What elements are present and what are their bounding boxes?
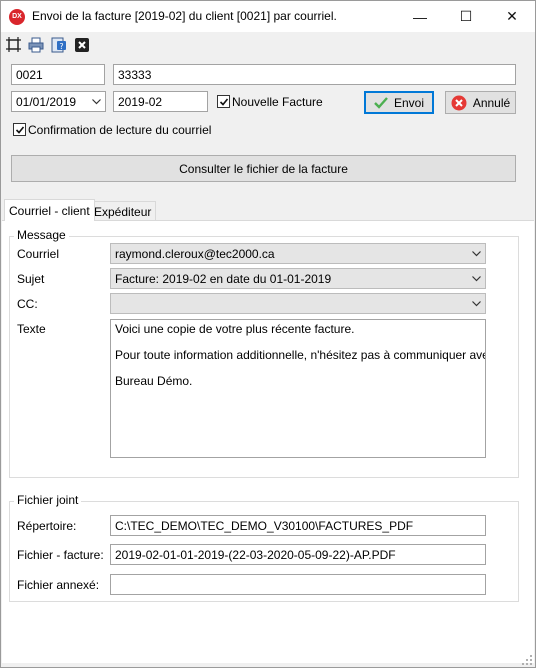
- read-confirm-checkbox[interactable]: [13, 123, 26, 136]
- invoice-file-input[interactable]: [110, 544, 486, 565]
- check-icon: [374, 96, 388, 109]
- directory-input[interactable]: [110, 515, 486, 536]
- cancel-button-label: Annulé: [472, 95, 511, 110]
- message-line: Voici une copie de votre plus récente fa…: [115, 322, 355, 336]
- help-button[interactable]: ?: [50, 36, 67, 53]
- email-value: raymond.cleroux@tec2000.ca: [115, 246, 275, 261]
- print-button[interactable]: [27, 36, 44, 53]
- attachment-group-title: Fichier joint: [14, 493, 82, 507]
- svg-text:?: ?: [59, 42, 63, 51]
- send-button[interactable]: Envoi: [364, 91, 434, 114]
- maximize-button[interactable]: ☐: [443, 1, 489, 32]
- tab-label: Expéditeur: [94, 204, 152, 219]
- message-line: Bureau Démo.: [115, 374, 193, 388]
- cancel-button[interactable]: Annulé: [445, 91, 516, 114]
- email-combo[interactable]: raymond.cleroux@tec2000.ca: [110, 243, 486, 264]
- invoice-file-label: Fichier - facture:: [17, 548, 104, 562]
- window-title: Envoi de la facture [2019-02] du client …: [32, 9, 337, 23]
- tab-courriel-client[interactable]: Courriel - client: [4, 199, 95, 221]
- client-name-input[interactable]: [113, 64, 516, 85]
- date-value: 01/01/2019: [16, 94, 77, 109]
- resize-grip-icon[interactable]: [522, 654, 532, 665]
- new-invoice-checkbox[interactable]: [217, 95, 230, 108]
- minimize-icon: —: [413, 8, 427, 25]
- client-code-input[interactable]: [11, 64, 105, 85]
- message-textarea[interactable]: Voici une copie de votre plus récente fa…: [110, 319, 486, 458]
- close-icon: [74, 37, 89, 52]
- cc-label: CC:: [17, 297, 38, 311]
- date-picker[interactable]: 01/01/2019: [11, 91, 106, 112]
- view-invoice-button-label: Consulter le fichier de la facture: [179, 161, 348, 176]
- close-window-icon: ✕: [506, 8, 518, 24]
- cancel-icon: [451, 95, 467, 110]
- message-group-title: Message: [14, 228, 69, 242]
- annex-file-input[interactable]: [110, 574, 486, 595]
- subject-combo[interactable]: Facture: 2019-02 en date du 01-01-2019: [110, 268, 486, 289]
- cc-combo[interactable]: [110, 293, 486, 314]
- chevron-down-icon[interactable]: [87, 92, 105, 111]
- annex-file-label: Fichier annexé:: [17, 578, 100, 592]
- view-invoice-button[interactable]: Consulter le fichier de la facture: [11, 155, 516, 182]
- print-icon: [28, 37, 43, 52]
- email-label: Courriel: [17, 247, 60, 261]
- subject-value: Facture: 2019-02 en date du 01-01-2019: [115, 271, 332, 286]
- tab-panel: Message Courriel raymond.cleroux@tec2000…: [2, 220, 534, 663]
- chevron-down-icon[interactable]: [467, 269, 485, 288]
- directory-label: Répertoire:: [17, 519, 77, 533]
- close-window-button[interactable]: ✕: [489, 1, 535, 32]
- toolbar: ?: [1, 32, 535, 57]
- subject-label: Sujet: [17, 272, 45, 286]
- close-toolbar-button[interactable]: [73, 36, 90, 53]
- checkmark-icon: [15, 125, 24, 134]
- help-icon: ?: [51, 37, 66, 52]
- chevron-down-icon[interactable]: [467, 294, 485, 313]
- text-label: Texte: [17, 322, 46, 336]
- chevron-down-icon[interactable]: [467, 244, 485, 263]
- send-button-label: Envoi: [393, 95, 425, 110]
- tab-label: Courriel - client: [9, 203, 90, 218]
- app-logo-icon: DX: [9, 9, 25, 25]
- tab-expediteur[interactable]: Expéditeur: [89, 201, 157, 221]
- new-invoice-label[interactable]: Nouvelle Facture: [232, 95, 323, 109]
- message-line: Pour toute information additionnelle, n'…: [115, 348, 485, 362]
- minimize-button[interactable]: —: [397, 1, 443, 32]
- dialog-window: DX Envoi de la facture [2019-02] du clie…: [0, 0, 536, 668]
- fit-icon: [6, 37, 21, 52]
- maximize-icon: ☐: [459, 8, 473, 24]
- checkmark-icon: [219, 97, 228, 106]
- title-bar: DX Envoi de la facture [2019-02] du clie…: [1, 1, 535, 32]
- fit-button[interactable]: [5, 36, 22, 53]
- invoice-number-input[interactable]: [113, 91, 208, 112]
- read-confirm-label[interactable]: Confirmation de lecture du courriel: [28, 123, 211, 137]
